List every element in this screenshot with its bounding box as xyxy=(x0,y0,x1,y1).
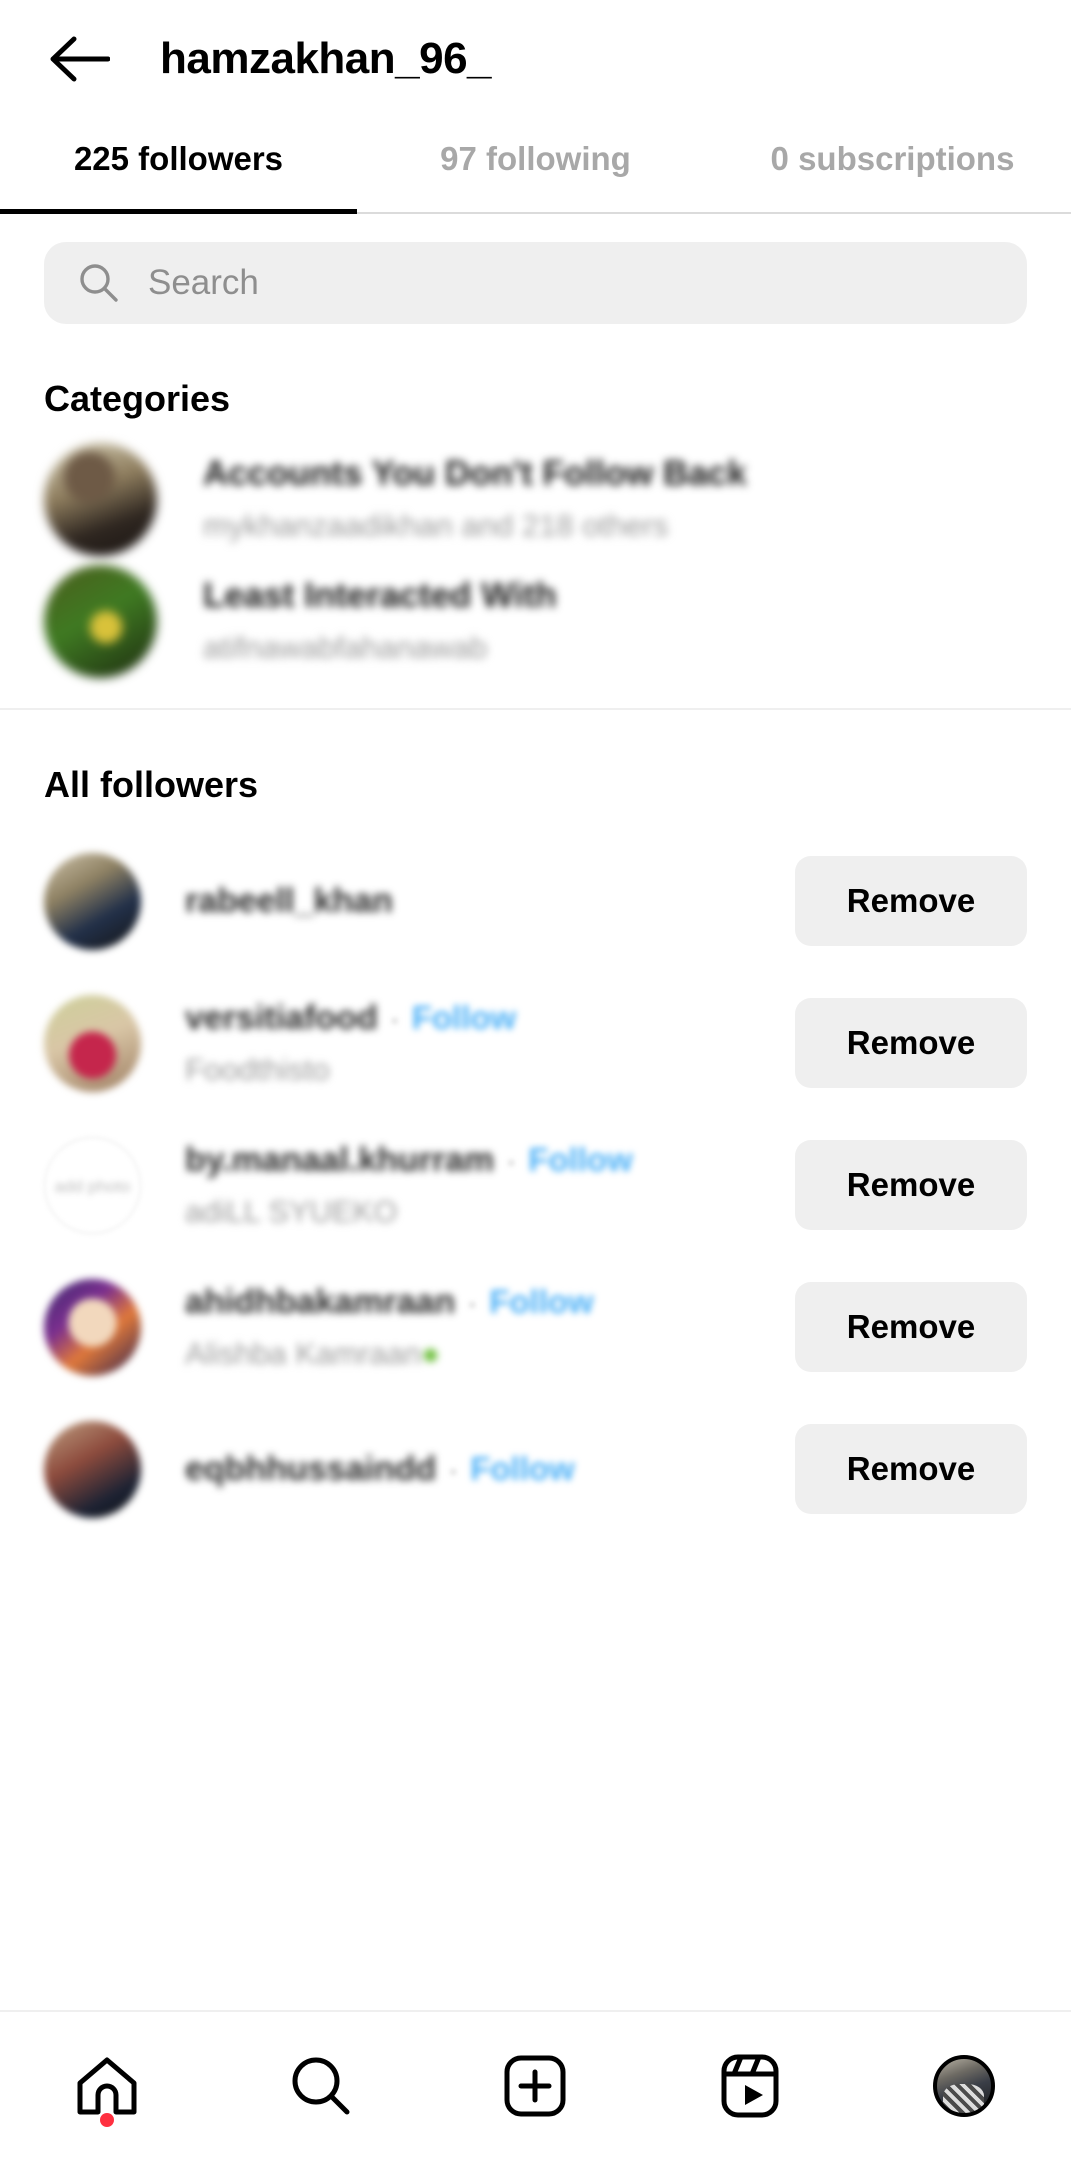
avatar[interactable] xyxy=(44,1420,141,1518)
nav-profile[interactable] xyxy=(884,2031,1044,2141)
follower-username[interactable]: rabeell_khan xyxy=(185,882,393,921)
notification-badge-dot xyxy=(100,2113,115,2127)
follow-link[interactable]: Follow xyxy=(412,999,516,1037)
remove-button[interactable]: Remove xyxy=(795,1140,1027,1230)
remove-button[interactable]: Remove xyxy=(795,856,1027,946)
search-placeholder: Search xyxy=(148,263,259,302)
follower-fullname: Foodthisto xyxy=(185,1051,330,1087)
category-row[interactable]: Least Interacted With atifnawabfahanawab xyxy=(0,560,1071,682)
fullname-emoji: ● xyxy=(421,1335,440,1371)
tab-following[interactable]: 97 following xyxy=(357,118,714,178)
follower-line: eqbhhussaindd · Follow xyxy=(185,1450,771,1489)
search-icon xyxy=(80,264,118,302)
follower-username[interactable]: versitiafood xyxy=(185,999,378,1038)
tab-followers[interactable]: 225 followers xyxy=(0,118,357,178)
follower-row[interactable]: versitiafood · Follow Foodthisto Remove xyxy=(0,972,1071,1114)
category-subtitle: mykhanzaadikhan and 218 others xyxy=(203,508,669,543)
follower-username[interactable]: ahidhbakamraan xyxy=(185,1283,455,1322)
follower-username[interactable]: eqbhhussaindd xyxy=(185,1450,436,1489)
bottom-navigation-bar xyxy=(0,2010,1071,2160)
category-avatar xyxy=(44,564,157,678)
category-row[interactable]: Accounts You Don't Follow Back mykhanzaa… xyxy=(0,438,1071,560)
remove-button[interactable]: Remove xyxy=(795,998,1027,1088)
separator-dot: · xyxy=(389,1002,400,1036)
avatar[interactable] xyxy=(44,994,141,1092)
tab-active-indicator xyxy=(0,209,357,214)
category-title: Least Interacted With xyxy=(203,576,557,615)
remove-button[interactable]: Remove xyxy=(795,1282,1027,1372)
follower-fullname: adiLL SYUEKO xyxy=(185,1193,398,1229)
follower-fullname: Alishba Kamraan● xyxy=(185,1336,771,1372)
home-icon xyxy=(77,2057,137,2115)
category-text: Least Interacted With atifnawabfahanawab xyxy=(203,576,557,666)
followers-list: rabeell_khan Remove versitiafood · Follo… xyxy=(0,806,1071,2160)
follow-link[interactable]: Follow xyxy=(470,1450,574,1488)
avatar[interactable] xyxy=(44,852,141,950)
follower-text: rabeell_khan xyxy=(185,882,771,921)
separator-dot: · xyxy=(467,1286,478,1320)
categories-heading: Categories xyxy=(44,378,231,419)
follower-line: versitiafood · Follow xyxy=(185,999,771,1038)
all-followers-heading: All followers xyxy=(44,764,259,805)
profile-avatar[interactable] xyxy=(932,2055,995,2117)
follower-text: ahidhbakamraan · Follow Alishba Kamraan● xyxy=(185,1283,771,1372)
nav-search[interactable] xyxy=(241,2031,401,2141)
tab-subscriptions[interactable]: 0 subscriptions xyxy=(714,118,1071,178)
followers-screen: hamzakhan_96_ 225 followers 97 following… xyxy=(0,0,1071,2160)
follow-link[interactable]: Follow xyxy=(528,1141,632,1179)
search-input[interactable]: Search xyxy=(44,242,1027,324)
separator-dot: · xyxy=(506,1144,517,1178)
nav-reels[interactable] xyxy=(670,2031,830,2141)
create-icon xyxy=(504,2055,566,2117)
follower-text: by.manaal.khurram · Follow adiLL SYUEKO xyxy=(185,1141,771,1230)
followers-tabs: 225 followers 97 following 0 subscriptio… xyxy=(0,118,1071,214)
category-avatar xyxy=(44,442,157,556)
follower-line: ahidhbakamraan · Follow xyxy=(185,1283,771,1322)
follower-text: versitiafood · Follow Foodthisto xyxy=(185,999,771,1088)
follower-line: by.manaal.khurram · Follow xyxy=(185,1141,771,1180)
follower-row[interactable]: eqbhhussaindd · Follow Remove xyxy=(0,1398,1071,1540)
search-icon xyxy=(292,2057,350,2115)
separator-dot: · xyxy=(448,1453,459,1487)
category-title: Accounts You Don't Follow Back xyxy=(203,454,747,493)
avatar[interactable]: add photo xyxy=(44,1136,141,1234)
nav-create[interactable] xyxy=(455,2031,615,2141)
nav-home[interactable] xyxy=(27,2031,187,2141)
categories-list: Accounts You Don't Follow Back mykhanzaa… xyxy=(0,420,1071,682)
avatar-placeholder-label: add photo xyxy=(54,1177,131,1197)
follower-row[interactable]: add photo by.manaal.khurram · Follow adi… xyxy=(0,1114,1071,1256)
follower-row[interactable]: rabeell_khan Remove xyxy=(0,830,1071,972)
reels-icon xyxy=(721,2054,779,2118)
follower-fullname-text: Alishba Kamraan xyxy=(185,1335,422,1371)
app-header: hamzakhan_96_ xyxy=(0,0,1071,118)
search-section: Search xyxy=(0,214,1071,324)
follow-link[interactable]: Follow xyxy=(489,1283,593,1321)
follower-row[interactable]: ahidhbakamraan · Follow Alishba Kamraan●… xyxy=(0,1256,1071,1398)
page-title: hamzakhan_96_ xyxy=(160,34,492,83)
category-subtitle: atifnawabfahanawab xyxy=(203,630,488,665)
follower-line: rabeell_khan xyxy=(185,882,771,921)
avatar[interactable] xyxy=(44,1278,141,1376)
follower-text: eqbhhussaindd · Follow xyxy=(185,1450,771,1489)
remove-button[interactable]: Remove xyxy=(795,1424,1027,1514)
follower-username[interactable]: by.manaal.khurram xyxy=(185,1141,494,1180)
category-text: Accounts You Don't Follow Back mykhanzaa… xyxy=(203,454,747,544)
back-arrow-icon[interactable] xyxy=(40,20,118,98)
